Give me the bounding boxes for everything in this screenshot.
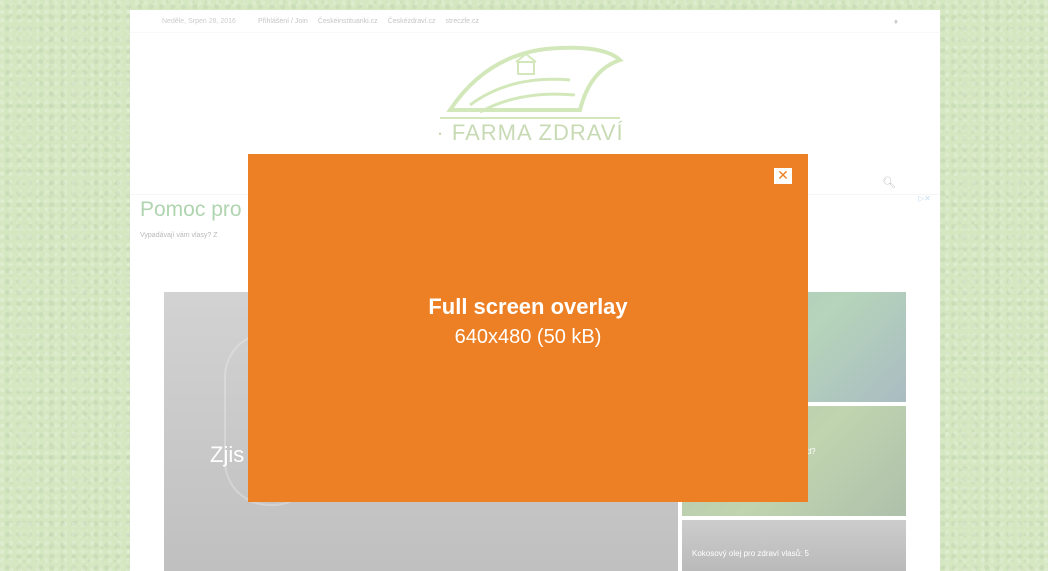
- topbar-toggle-icon[interactable]: ♦: [894, 17, 898, 26]
- overlay-headline: Full screen overlay: [428, 294, 628, 319]
- topbar-link-2[interactable]: Českézdraví.cz: [388, 18, 436, 25]
- topbar-date: Neděle, Srpen 28, 2016: [162, 17, 236, 25]
- site-logo[interactable]: · FARMA ZDRAVÍ ·: [430, 40, 630, 171]
- featured-article-title: Zjis: [210, 442, 245, 467]
- article-thumb-3[interactable]: Kokosový olej pro zdraví vlasů: 5: [682, 520, 906, 571]
- farm-logo-icon: [440, 45, 624, 119]
- close-icon[interactable]: ✕: [774, 168, 792, 184]
- article-thumb-caption: Kokosový olej pro zdraví vlasů: 5: [692, 549, 809, 558]
- page-subtext: Vypadávají vám vlasy? Z: [140, 232, 218, 239]
- page-heading: Pomoc pro: [140, 198, 242, 221]
- topbar-link-3[interactable]: streczfe.cz: [446, 18, 479, 25]
- topbar-link-1[interactable]: Českéinstituanki.cz: [318, 18, 378, 25]
- topbar-link-login[interactable]: Přihlášení / Join: [258, 18, 308, 25]
- search-icon[interactable]: 🔍︎: [882, 176, 896, 189]
- fullscreen-overlay-ad[interactable]: ✕ Full screen overlay 640x480 (50 kB): [248, 154, 808, 502]
- ad-choices-icon[interactable]: ▷✕: [918, 194, 931, 203]
- overlay-size-label: 640x480 (50 kB): [454, 326, 602, 348]
- top-bar: Neděle, Srpen 28, 2016 Přihlášení / Join…: [130, 10, 940, 33]
